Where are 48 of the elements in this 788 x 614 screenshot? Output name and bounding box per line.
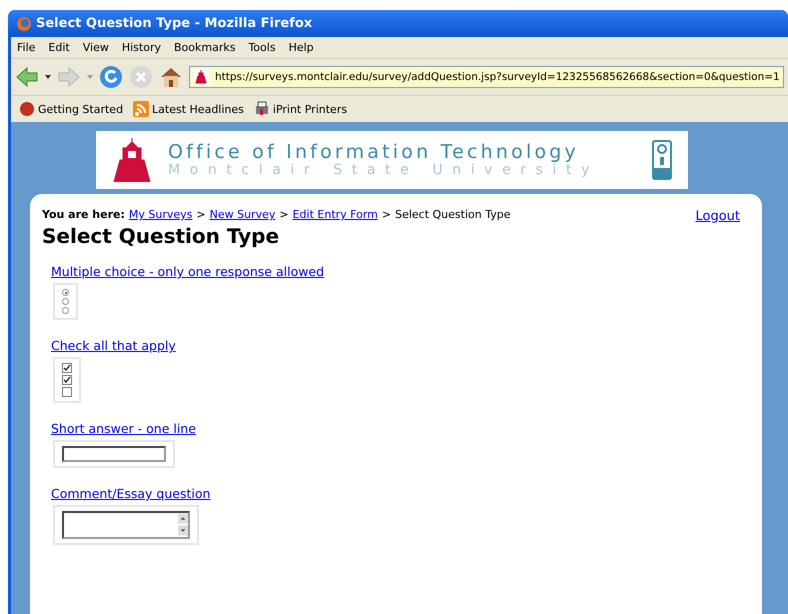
breadcrumb-link[interactable]: My Surveys [128, 208, 192, 221]
menu-item[interactable]: File [17, 41, 36, 54]
question-type-link[interactable]: Multiple choice - only one response allowed [51, 264, 324, 279]
back-arrow-icon[interactable] [15, 65, 39, 89]
menu-item[interactable]: Edit [48, 41, 70, 54]
breadcrumb-link[interactable]: Edit Entry Form [292, 208, 378, 221]
window-title: Select Question Type - Mozilla Firefox [36, 16, 312, 31]
reload-icon[interactable] [99, 65, 123, 89]
home-icon[interactable] [159, 65, 183, 89]
banner-title: Office of Information Technology [168, 142, 580, 163]
id-card-icon [652, 140, 672, 180]
menu-item[interactable]: Tools [248, 41, 276, 54]
radio-button[interactable] [62, 307, 69, 314]
breadcrumb-separator: > [279, 208, 289, 221]
radio-button[interactable] [62, 289, 69, 296]
page-heading: Select Question Type [42, 224, 280, 248]
scroll-up-icon[interactable] [178, 513, 188, 524]
menu-item[interactable]: History [122, 41, 161, 54]
banner-subtitle: Montclair State University [168, 162, 600, 178]
breadcrumb-separator: > [382, 208, 392, 221]
menu-item[interactable]: Help [288, 41, 314, 54]
checkbox[interactable] [62, 375, 72, 385]
address-field[interactable]: https://surveys.montclair.edu/survey/addQuestion.jsp?surveyId=12325568562668&section=0&question=1 [189, 66, 784, 88]
bookmark-item[interactable]: Latest Headlines [133, 101, 244, 117]
checkbox[interactable] [62, 387, 72, 397]
menu-item[interactable]: Bookmarks [174, 41, 236, 54]
breadcrumb-label: You are here: [42, 208, 125, 221]
text-area[interactable] [62, 511, 190, 539]
question-type-link[interactable]: Comment/Essay question [51, 486, 210, 501]
dropdown-caret-icon[interactable] [45, 75, 51, 79]
radio-button[interactable] [62, 298, 69, 305]
question-type-link[interactable]: Short answer - one line [51, 421, 196, 436]
breadcrumb-current: Select Question Type [395, 208, 510, 221]
scroll-down-icon[interactable] [178, 525, 188, 536]
tower-logo-icon [112, 138, 152, 182]
question-type-link[interactable]: Check all that apply [51, 338, 176, 353]
breadcrumb-link[interactable]: New Survey [210, 208, 276, 221]
bookmark-item[interactable]: Getting Started [19, 101, 124, 117]
browser-globe-icon [16, 16, 32, 32]
printer-icon [254, 101, 270, 117]
text-input[interactable] [62, 446, 166, 462]
breadcrumb-separator: > [196, 208, 206, 221]
site-tower-icon [193, 69, 209, 85]
rss-feed-icon [133, 101, 150, 117]
checkbox[interactable] [62, 363, 72, 373]
bookmark-item[interactable]: iPrint Printers [254, 101, 348, 117]
logout-link[interactable]: Logout [695, 209, 740, 224]
menu-item[interactable]: View [82, 41, 109, 54]
